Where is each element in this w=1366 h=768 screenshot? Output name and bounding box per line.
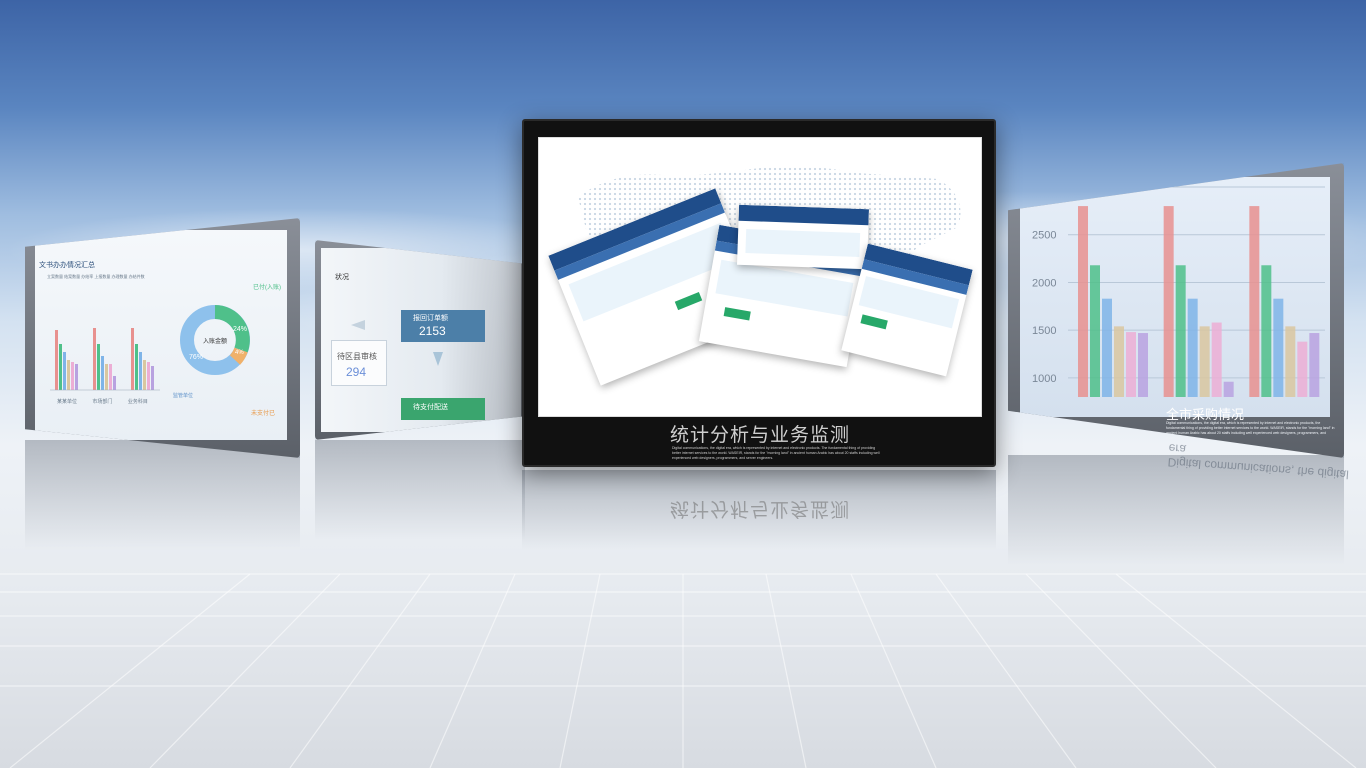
chart-bar <box>1309 333 1320 397</box>
center-caption-sub: Digital communications, the digital era,… <box>672 446 880 460</box>
chart-bar <box>1199 326 1210 397</box>
midleft-screen-content: 状况 待区县审核 294 报回订单额 2153 待支付配送 <box>321 248 521 432</box>
bar <box>93 328 96 390</box>
pending-review-box[interactable]: 待区县审核 294 <box>331 340 387 386</box>
donut-pct-green: 24% <box>233 326 248 333</box>
legend-item: 上报数量 <box>94 274 111 279</box>
x-label: 市场部门 <box>92 399 113 405</box>
y-tick-label: 2500 <box>1032 230 1056 242</box>
bar <box>143 360 146 390</box>
bar <box>63 352 66 390</box>
bar <box>147 362 150 390</box>
pending-delivery-label: 待支付配送 <box>413 404 448 411</box>
left-bars <box>55 328 154 390</box>
left-screen-reflection <box>25 440 300 550</box>
chart-bar <box>1249 206 1260 397</box>
bar <box>75 364 78 390</box>
order-amount-value: 2153 <box>419 324 446 338</box>
legend-item: 办结率 <box>81 274 94 279</box>
chart-bar <box>1114 326 1124 397</box>
donut-label-top: 已付(入账) <box>253 285 281 291</box>
chart-bar <box>1138 333 1148 397</box>
floor-grid <box>0 573 1366 768</box>
bar <box>151 366 154 390</box>
left-screen-title: 文书办办情况汇总 <box>39 262 95 269</box>
bar <box>105 364 108 390</box>
center-analysis-screen[interactable] <box>522 119 996 467</box>
bar <box>55 330 58 390</box>
center-screen-content <box>538 137 982 417</box>
bar <box>67 360 70 390</box>
x-label: 业务科目 <box>127 399 148 405</box>
left-xlabels: 某某单位 市场部门 业务科目 <box>57 398 177 405</box>
dashboard-thumb-3[interactable] <box>736 204 870 270</box>
chart-bar <box>1163 206 1174 397</box>
y-tick-label: 1500 <box>1032 325 1056 337</box>
flow-arrow-icon <box>433 352 443 366</box>
pending-review-label: 待区县审核 <box>337 352 377 361</box>
chart-bar <box>1223 381 1234 397</box>
center-caption: 统计分析与业务监测 <box>670 424 851 446</box>
chart-bar <box>1211 322 1222 397</box>
flow-arrow-left-icon <box>351 320 365 330</box>
midleft-workflow-screen[interactable]: 状况 待区县审核 294 报回订单额 2153 待支付配送 <box>315 240 527 440</box>
order-amount-box[interactable]: 报回订单额 2153 <box>401 310 485 342</box>
pending-review-value: 294 <box>346 365 367 379</box>
donut-pct-small: 4% <box>235 350 244 356</box>
chart-bar <box>1285 326 1296 397</box>
bar <box>59 344 62 390</box>
order-amount-label: 报回订单额 <box>413 315 448 322</box>
midleft-title: 状况 <box>335 274 349 281</box>
donut-pct-big: 76% <box>189 354 204 361</box>
bar <box>113 376 116 390</box>
center-caption-reflection: 统计分析与业务监测 <box>670 498 851 520</box>
chart-bar <box>1102 298 1112 397</box>
chart-bar <box>1261 265 1272 397</box>
left-screen-content: 文书办办情况汇总 立案数量 结案数量 办结率 上报数量 办理数量 办结件数 某某… <box>35 230 287 440</box>
pending-delivery-box[interactable]: 待支付配送 <box>401 398 485 420</box>
bar <box>131 328 134 390</box>
donut-label-bottom: 未支付已 <box>251 411 276 417</box>
bar <box>109 364 112 390</box>
legend-item: 立案数量 <box>47 274 63 279</box>
chart-bar <box>1273 298 1284 397</box>
chart-bar <box>1090 265 1100 397</box>
y-tick-label: 2000 <box>1032 277 1056 289</box>
chart-bar <box>1078 206 1088 397</box>
chart-bar <box>1297 341 1308 397</box>
bar <box>135 344 138 390</box>
legend-item: 办理数量 <box>111 274 128 279</box>
left-dashboard-screen[interactable]: 文书办办情况汇总 立案数量 结案数量 办结率 上报数量 办理数量 办结件数 某某… <box>25 218 300 458</box>
right-bar-chart: 10001500200025003000 <box>1032 182 1325 397</box>
chart-bar <box>1175 265 1186 397</box>
bar <box>101 356 104 390</box>
legend-item: 结案数量 <box>64 274 81 279</box>
right-screen-content: 10001500200025003000 <box>1020 177 1330 417</box>
y-tick-label: 1000 <box>1032 373 1056 385</box>
chart-bar <box>1187 298 1198 397</box>
left-legend: 立案数量 结案数量 办结率 上报数量 办理数量 办结件数 <box>47 273 157 280</box>
bar <box>71 362 74 390</box>
right-screen-subtitle: Digital communications, the digital era,… <box>1166 421 1335 440</box>
bar <box>97 344 100 390</box>
midleft-screen-reflection <box>315 440 525 540</box>
x-label: 某某单位 <box>57 399 78 405</box>
donut-center-label: 入账金额 <box>203 339 228 345</box>
legend-item: 办结件数 <box>128 274 145 279</box>
left-bar-chart <box>50 328 160 391</box>
donut-label-left: 监管单位 <box>173 393 194 399</box>
bar <box>139 352 142 390</box>
chart-bar <box>1126 332 1136 397</box>
